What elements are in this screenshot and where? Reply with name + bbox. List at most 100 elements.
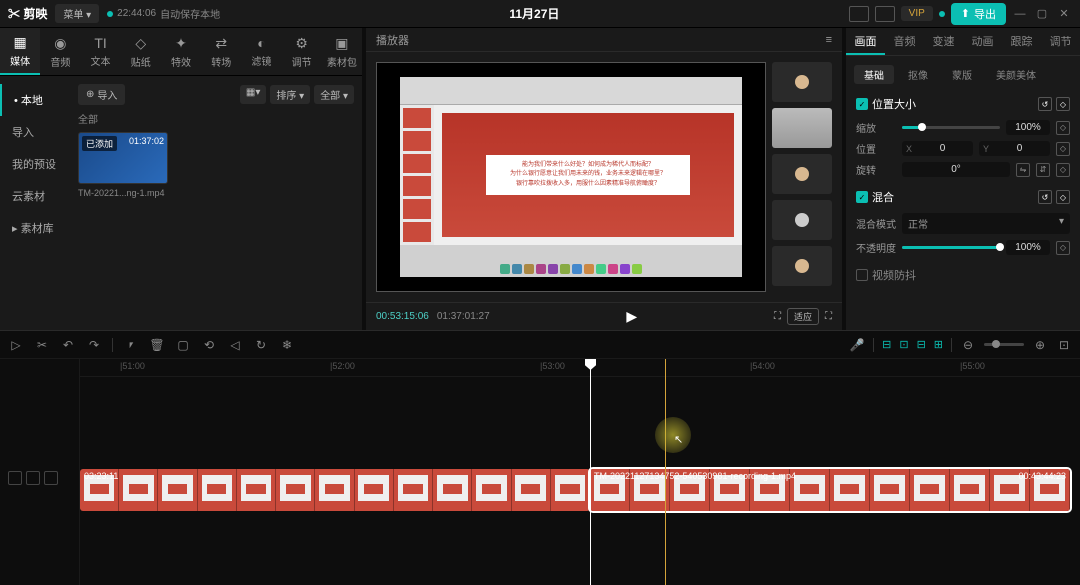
opacity-slider[interactable]	[902, 246, 1000, 249]
player-canvas[interactable]: 能为我们带来什么好处？如何成为稀代人而标配？ 为什么银行愿意让我们用未来的钱，业…	[376, 62, 766, 292]
reset-icon[interactable]: ↺	[1038, 190, 1052, 204]
split-button[interactable]: ⎖	[123, 337, 139, 353]
media-clip-thumb[interactable]: 已添加 01:37:02 TM-20221...ng-1.mp4	[78, 132, 168, 198]
position-y-input[interactable]: Y0	[979, 141, 1050, 156]
opacity-value[interactable]: 100%	[1006, 240, 1050, 255]
layout-button-2[interactable]	[875, 6, 895, 22]
flip-h-icon[interactable]: ⇋	[1016, 163, 1030, 177]
ruler-tick: |52:00	[330, 361, 355, 371]
save-indicator-dot	[107, 11, 113, 17]
keyframe-icon[interactable]: ◇	[1056, 163, 1070, 177]
sort-button[interactable]: 排序 ▾	[270, 85, 310, 104]
zoom-out-button[interactable]: ⊖	[960, 337, 976, 353]
mic-button[interactable]: 🎤	[849, 337, 865, 353]
position-checkbox[interactable]: ✓	[856, 98, 868, 110]
stabilize-checkbox[interactable]	[856, 269, 868, 281]
prop-subtab-3[interactable]: 美颜美体	[986, 65, 1046, 84]
track-lock-toggle[interactable]	[8, 471, 22, 485]
freeze-button[interactable]: ❄	[279, 337, 295, 353]
sidebar-item-0[interactable]: • 本地	[0, 84, 70, 116]
media-tab-5[interactable]: ⇄转场	[201, 28, 241, 75]
prop-tab-0[interactable]: 画面	[846, 28, 885, 55]
cut-tool[interactable]: ✂	[34, 337, 50, 353]
media-tab-7[interactable]: ⚙调节	[282, 28, 322, 75]
media-tab-6[interactable]: ◐滤镜	[241, 28, 281, 75]
sidebar-item-4[interactable]: ▸ 素材库	[0, 212, 70, 244]
blend-mode-select[interactable]: 正常▾	[902, 213, 1070, 234]
maximize-button[interactable]: ▢	[1034, 6, 1050, 22]
player-title: 播放器	[376, 32, 409, 48]
player-menu-icon[interactable]: ≡	[826, 34, 832, 46]
select-tool[interactable]: ▷	[8, 337, 24, 353]
flip-v-icon[interactable]: ⇵	[1036, 163, 1050, 177]
participant-thumb	[772, 200, 832, 240]
prop-subtab-2[interactable]: 蒙版	[942, 65, 982, 84]
minimize-button[interactable]: —	[1012, 6, 1028, 22]
video-clip-1[interactable]: 03:23:11	[80, 469, 590, 511]
view-grid-button[interactable]: ▦▾	[240, 85, 266, 104]
reset-icon[interactable]: ↺	[1038, 97, 1052, 111]
ruler-tick: |53:00	[540, 361, 565, 371]
keyframe-icon[interactable]: ◇	[1056, 142, 1070, 156]
prop-tab-2[interactable]: 变速	[924, 28, 963, 55]
rotate-button[interactable]: ↻	[253, 337, 269, 353]
prop-tab-3[interactable]: 动画	[963, 28, 1002, 55]
export-button[interactable]: ⬆ 导出	[951, 3, 1006, 25]
prop-tab-5[interactable]: 调节	[1041, 28, 1080, 55]
media-tab-8[interactable]: ▣素材包	[322, 28, 362, 75]
keyframe-icon[interactable]: ◇	[1056, 121, 1070, 135]
chevron-down-icon: ▾	[1059, 216, 1064, 231]
property-tabs: 画面音频变速动画跟踪调节	[846, 28, 1080, 56]
sidebar-item-2[interactable]: 我的预设	[0, 148, 70, 180]
fullscreen-icon[interactable]: ⛶	[825, 311, 832, 322]
scale-slider[interactable]	[902, 126, 1000, 129]
media-tab-0[interactable]: ▦媒体	[0, 28, 40, 75]
mirror-button[interactable]: ◁	[227, 337, 243, 353]
media-tab-1[interactable]: ◉音频	[40, 28, 80, 75]
playhead[interactable]	[590, 359, 591, 585]
rotate-value[interactable]: 0°	[902, 162, 1010, 177]
magnet-next-icon[interactable]: ⊟	[917, 338, 926, 351]
crop-icon[interactable]: ⛶	[774, 311, 781, 322]
media-tab-2[interactable]: TI文本	[80, 28, 120, 75]
scale-value[interactable]: 100%	[1006, 120, 1050, 135]
redo-button[interactable]: ↷	[86, 337, 102, 353]
magnet-prev-icon[interactable]: ⊟	[882, 338, 891, 351]
undo-button[interactable]: ↶	[60, 337, 76, 353]
magnet-icon[interactable]: ⊡	[899, 338, 908, 351]
vip-badge[interactable]: VIP	[901, 6, 933, 21]
main-menu-button[interactable]: 菜单 ▾	[55, 4, 99, 23]
track-mute-toggle[interactable]	[44, 471, 58, 485]
position-x-input[interactable]: X0	[902, 141, 973, 156]
delete-button[interactable]: 🗑	[149, 337, 165, 353]
prop-subtab-1[interactable]: 抠像	[898, 65, 938, 84]
section-stabilize-label: 视频防抖	[872, 267, 916, 283]
reverse-button[interactable]: ⟲	[201, 337, 217, 353]
keyframe-icon[interactable]: ◇	[1056, 97, 1070, 111]
keyframe-icon[interactable]: ◇	[1056, 241, 1070, 255]
media-tab-4[interactable]: ✦特效	[161, 28, 201, 75]
crop-button[interactable]: ▢	[175, 337, 191, 353]
prop-tab-4[interactable]: 跟踪	[1002, 28, 1041, 55]
time-ruler[interactable]: |51:00|52:00|53:00|54:00|55:00	[80, 359, 1080, 377]
zoom-in-button[interactable]: ⊕	[1032, 337, 1048, 353]
media-tab-3[interactable]: ◇贴纸	[121, 28, 161, 75]
zoom-fit-button[interactable]: ⊡	[1056, 337, 1072, 353]
link-icon[interactable]: ⊞	[934, 338, 943, 351]
keyframe-icon[interactable]: ◇	[1056, 190, 1070, 204]
track-visibility-toggle[interactable]	[26, 471, 40, 485]
layout-button-1[interactable]	[849, 6, 869, 22]
blend-checkbox[interactable]: ✓	[856, 191, 868, 203]
prop-tab-1[interactable]: 音频	[885, 28, 924, 55]
sidebar-item-3[interactable]: 云素材	[0, 180, 70, 212]
tracks-area[interactable]: |51:00|52:00|53:00|54:00|55:00 ↖ 03:23:1…	[80, 359, 1080, 585]
video-clip-2[interactable]: TM-20221127134752-540530981-recording-1.…	[590, 469, 1070, 511]
prop-subtab-0[interactable]: 基础	[854, 65, 894, 84]
fit-button[interactable]: 适应	[787, 308, 819, 325]
zoom-slider[interactable]	[984, 343, 1024, 346]
import-button[interactable]: ⊕ 导入	[78, 84, 125, 105]
sidebar-item-1[interactable]: 导入	[0, 116, 70, 148]
filter-all-button[interactable]: 全部 ▾	[314, 85, 354, 104]
close-button[interactable]: ✕	[1056, 6, 1072, 22]
play-button[interactable]: ▶	[626, 308, 637, 325]
